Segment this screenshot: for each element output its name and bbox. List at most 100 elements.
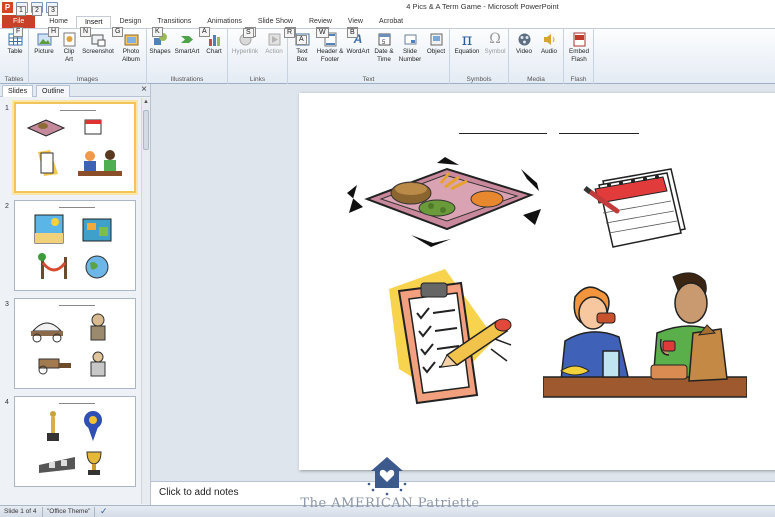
keytip-transitions: K — [152, 27, 163, 37]
action-label: Action — [265, 48, 283, 55]
clip-art-icon — [62, 32, 77, 47]
speaker-icon — [542, 32, 557, 47]
group-images: Picture Clip Art Screenshot Photo Album … — [29, 29, 147, 84]
object-label: Object — [426, 48, 446, 55]
group-media: Video Audio Media — [509, 29, 564, 84]
group-label-images: Images — [76, 76, 99, 83]
title-bar: P 1 2 3 4 Pics & A Term Game - Microsoft… — [0, 0, 775, 16]
scroll-up-icon[interactable]: ▲ — [142, 98, 150, 106]
clip-art-button[interactable]: Clip Art — [60, 32, 78, 64]
group-label-symbols: Symbols — [466, 76, 492, 83]
window-title: 4 Pics & A Term Game - Microsoft PowerPo… — [406, 2, 559, 11]
group-text: A Text Box Header & Footer A WordArt 5 D… — [288, 29, 450, 84]
audio-label: Audio — [540, 48, 558, 55]
omega-icon: Ω — [489, 31, 501, 47]
settler-thumb-icon — [90, 351, 106, 377]
group-illustrations: Shapes SmartArt Chart Illustrations — [147, 29, 228, 84]
smartart-label: SmartArt — [174, 48, 200, 55]
thumb-title-line — [59, 305, 95, 306]
pioneer-thumb-icon — [90, 313, 106, 341]
group-symbols: π Equation Ω Symbol Symbols — [450, 29, 509, 84]
date-time-button[interactable]: 5 Date & Time — [372, 32, 396, 64]
slide-number-icon — [403, 32, 418, 47]
equation-button[interactable]: π Equation — [452, 32, 482, 56]
symbol-button[interactable]: Ω Symbol — [482, 32, 508, 56]
group-label-flash: Flash — [570, 76, 587, 83]
audio-button[interactable]: Audio — [537, 32, 561, 56]
checklist-clipboard-image[interactable] — [385, 269, 521, 409]
equation-label: Equation — [454, 48, 480, 55]
beach-thumb-icon — [34, 214, 64, 244]
oscar-statue-thumb-icon — [47, 411, 59, 441]
keytip-text-box: A — [296, 35, 307, 45]
slide-thumbnail-1[interactable] — [14, 102, 136, 193]
close-icon[interactable]: × — [141, 84, 147, 96]
clipboard-thumb-icon — [38, 150, 58, 176]
current-slide[interactable] — [299, 93, 775, 470]
slides-pane-scrollbar[interactable]: ▲ — [141, 98, 150, 504]
keytip-insert: N — [80, 27, 92, 37]
video-button[interactable]: Video — [512, 32, 536, 56]
wordart-label: WordArt — [346, 48, 370, 55]
film-strip-thumb-icon — [39, 457, 75, 473]
calendar-image[interactable] — [581, 161, 689, 249]
header-footer-label: Header & Footer — [316, 48, 344, 63]
keytip-qat-2: 2 — [32, 6, 42, 16]
shapes-label: Shapes — [149, 48, 171, 55]
slide-number-4: 4 — [5, 399, 9, 406]
watermark-logo: The AMERICAN Patriette — [285, 454, 495, 517]
hyperlink-label: Hyperlink — [231, 48, 259, 55]
slide-number-1: 1 — [5, 105, 9, 112]
action-button[interactable]: Action — [262, 32, 286, 56]
lunch-tray-image[interactable] — [341, 155, 551, 250]
students-eating-lunch-image[interactable] — [543, 269, 747, 419]
suitcase-thumb-icon — [82, 218, 112, 242]
object-icon — [429, 32, 444, 47]
slide-number-button[interactable]: Slide Number — [397, 32, 423, 64]
status-divider — [42, 507, 43, 517]
slides-pane: Slides Outline × 1 2 3 4 ▲ — [0, 84, 151, 505]
photo-album-label: Photo Album — [122, 48, 140, 63]
thumb-title-line — [60, 110, 96, 111]
theme-status[interactable]: "Office Theme" — [47, 508, 90, 515]
keytip-qat-1: 1 — [16, 6, 26, 16]
notes-placeholder[interactable]: Click to add notes — [159, 487, 239, 498]
spell-check-icon[interactable]: ✓ — [100, 506, 108, 517]
keytip-wordart: B — [347, 28, 358, 38]
embed-flash-button[interactable]: Embed Flash — [566, 32, 592, 64]
pi-icon: π — [461, 30, 473, 49]
screenshot-icon — [91, 32, 106, 47]
tab-slides[interactable]: Slides — [2, 85, 34, 97]
keytip-hyperlink: S — [243, 28, 254, 38]
keytip-home: H — [48, 27, 60, 37]
tab-outline[interactable]: Outline — [36, 85, 71, 97]
slide-thumbnail-3[interactable] — [14, 298, 136, 389]
watermark-text: The AMERICAN Patriette — [300, 496, 480, 511]
calendar-icon: 5 — [377, 32, 392, 47]
answer-blank-2 — [559, 133, 639, 134]
table-label: Table — [7, 48, 23, 55]
video-label: Video — [516, 48, 532, 55]
chart-label: Chart — [206, 48, 222, 55]
slide-thumbnail-4[interactable] — [14, 396, 136, 487]
status-divider — [94, 507, 95, 517]
slide-thumbnail-2[interactable] — [14, 200, 136, 291]
keytip-file: F — [13, 27, 24, 37]
ribbon-award-thumb-icon — [84, 411, 102, 441]
date-time-label: Date & Time — [374, 48, 394, 63]
students-eating-thumb-icon — [78, 150, 122, 176]
group-label-tables: Tables — [4, 76, 24, 83]
group-tables: Table Tables — [0, 29, 29, 84]
object-button[interactable]: Object — [424, 32, 448, 56]
keytip-animations: A — [199, 27, 210, 37]
scroll-thumb[interactable] — [143, 110, 149, 150]
group-links: Hyperlink Action Links — [228, 29, 288, 84]
clip-art-label: Clip Art — [63, 48, 75, 63]
slide-number-2: 2 — [5, 203, 9, 210]
flash-icon — [572, 32, 587, 47]
tab-acrobat[interactable]: Acrobat — [371, 16, 411, 28]
group-label-text: Text — [362, 76, 375, 83]
house-heart-icon — [367, 457, 407, 496]
thumb-title-line — [59, 207, 95, 208]
smartart-button[interactable]: SmartArt — [173, 32, 201, 56]
